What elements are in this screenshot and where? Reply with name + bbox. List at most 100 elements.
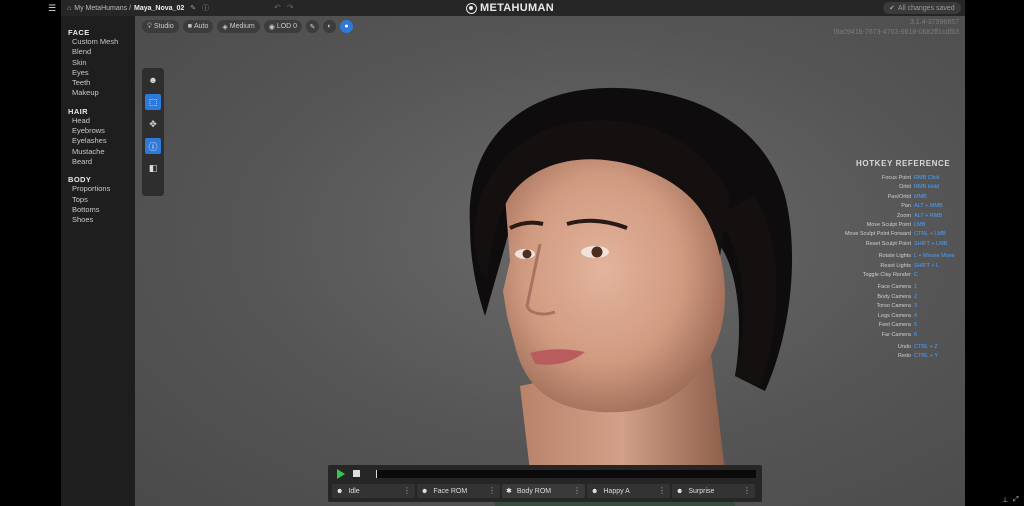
fullscreen-icon[interactable]: ⤢	[1013, 496, 1019, 504]
sidebar-item-proportions[interactable]: Proportions	[61, 184, 135, 194]
animation-item[interactable]: ☻ Face ROM ⋮	[417, 484, 500, 498]
more-options-icon[interactable]: ⋮	[743, 486, 751, 495]
info-toggle-icon[interactable]: ⓘ	[145, 138, 161, 154]
build-id: f9a0941b-7673-4763-9618-0682ff1cdfb3	[833, 29, 959, 36]
sidebar-item-beard[interactable]: Beard	[61, 157, 135, 167]
sidebar-item-blend[interactable]: Blend	[61, 47, 135, 57]
animation-label: Face ROM	[433, 487, 468, 495]
logo-text: METAHUMAN	[480, 2, 554, 14]
animation-item[interactable]: ☻ Idle ⋮	[332, 484, 415, 498]
sidebar-item-eyes[interactable]: Eyes	[61, 68, 135, 78]
hotkey-row: Pan ALT + MMB	[835, 202, 965, 211]
hotkey-keys: C	[914, 272, 918, 279]
save-status-badge: ✔ All changes saved	[883, 2, 961, 14]
face-icon: ☻	[336, 487, 344, 495]
sidebar-item-custom-mesh[interactable]: Custom Mesh	[61, 37, 135, 47]
sidebar-item-eyelashes[interactable]: Eyelashes	[61, 136, 135, 146]
hotkey-row: Focus Point RMB Click	[835, 174, 965, 183]
hotkey-action: Orbit	[899, 184, 911, 191]
hotkey-row: Orbit RMB Hold	[835, 183, 965, 192]
clay-render-icon[interactable]: ◧	[145, 160, 161, 176]
save-status-text: All changes saved	[897, 4, 955, 12]
breadcrumb-root[interactable]: My MetaHumans /	[74, 5, 131, 12]
sidebar-item-mustache[interactable]: Mustache	[61, 147, 135, 157]
hotkey-keys: RMB Click	[914, 175, 940, 181]
undo-icon[interactable]: ↶	[274, 3, 281, 12]
hotkey-title: HOTKEY REFERENCE	[856, 159, 951, 168]
hotkey-keys: CTRL + Y	[914, 353, 938, 360]
hotkey-row: Torso Camera 3	[835, 302, 965, 311]
sphere-icon[interactable]: ◐	[323, 20, 337, 33]
hotkey-row: Reset Lights SHIFT + L	[835, 262, 965, 271]
timeline-track[interactable]	[376, 470, 756, 478]
sidebar-item-bottoms[interactable]: Bottoms	[61, 205, 135, 215]
version-info: 3.1.4-37996657 f9a0941b-7673-4763-9618-0…	[833, 18, 959, 38]
hotkey-action: Torso Camera	[876, 303, 911, 310]
home-icon[interactable]: ⌂	[67, 5, 71, 12]
sidebar-item-shoes[interactable]: Shoes	[61, 215, 135, 225]
hotkey-action: Pan	[901, 203, 911, 210]
play-icon[interactable]	[337, 469, 345, 479]
brush-icon[interactable]: ✎	[306, 20, 320, 33]
hotkey-row: Move Sculpt Point LMB	[835, 221, 965, 230]
3d-viewport[interactable]: 💡︎ Studio ■ Auto ◈ Medium ◉ LOD 0 ✎ ◐ ●	[135, 16, 965, 506]
animation-label: Surprise	[688, 487, 715, 495]
section-title-face: FACE	[68, 28, 90, 37]
metahuman-logo: METAHUMAN	[466, 2, 554, 14]
stop-icon[interactable]	[353, 470, 360, 477]
hotkey-action: Move Sculpt Point Forward	[844, 231, 911, 238]
hotkey-action: Undo	[897, 343, 911, 350]
section-title-hair: HAIR	[68, 106, 88, 116]
sidebar-item-teeth[interactable]: Teeth	[61, 78, 135, 88]
hotkey-keys: SHIFT + LMB	[914, 240, 948, 247]
body-icon: ✱	[506, 488, 512, 495]
metahuman-app: ⌂ My MetaHumans / Maya_Nova_02 ✎ ⓘ ↶ ↷ M…	[61, 0, 965, 506]
playback-row	[328, 467, 762, 480]
hotkey-row: Face Camera 1	[835, 283, 965, 292]
toggle-view-icon[interactable]: ●	[340, 20, 354, 33]
more-options-icon[interactable]: ⋮	[403, 486, 411, 495]
face-icon: ☻	[591, 487, 599, 495]
animation-item[interactable]: ✱ Body ROM ⋮	[502, 484, 585, 498]
lod-button[interactable]: ◉ LOD 0	[263, 20, 303, 33]
animation-item[interactable]: ☻ Happy A ⋮	[587, 484, 670, 498]
menu-icon[interactable]: ☰	[48, 3, 58, 13]
hotkey-row: Rotate Lights L + Mouse Move	[835, 252, 965, 261]
animation-label: Happy A	[603, 487, 630, 495]
hotkey-action: Zoom	[896, 212, 911, 219]
head-select-icon[interactable]: ☻	[145, 72, 161, 88]
info-icon[interactable]: ⓘ	[202, 3, 209, 13]
auto-camera-button[interactable]: ■ Auto	[182, 20, 214, 33]
redo-icon[interactable]: ↷	[287, 3, 294, 12]
animation-label: Idle	[348, 487, 360, 495]
animation-label: Body ROM	[516, 487, 552, 495]
section-title-body: BODY	[68, 175, 92, 185]
hotkey-keys: CTRL + Z	[914, 343, 938, 350]
hotkey-keys: LMB	[914, 222, 926, 229]
hotkey-keys: SHIFT + L	[914, 262, 940, 269]
more-options-icon[interactable]: ⋮	[658, 486, 666, 495]
sidebar-item-makeup[interactable]: Makeup	[61, 88, 135, 98]
studio-lighting-button[interactable]: 💡︎ Studio	[142, 20, 179, 33]
move-arrows-icon[interactable]: ✥	[145, 116, 161, 132]
hotkey-row: Undo CTRL + Z	[835, 343, 965, 352]
breadcrumb-current: Maya_Nova_02	[134, 4, 185, 12]
hotkey-row: Body Camera 2	[835, 293, 965, 302]
top-bar: ⌂ My MetaHumans / Maya_Nova_02 ✎ ⓘ ↶ ↷ M…	[61, 0, 965, 16]
hotkey-row: Reset Sculpt Point SHIFT + LMB	[835, 240, 965, 249]
rename-icon[interactable]: ✎	[190, 4, 196, 12]
hotkey-keys: 3	[914, 303, 918, 310]
hotkey-action: Pan/Orbit	[887, 193, 911, 200]
sidebar-item-skin[interactable]: Skin	[61, 58, 135, 68]
sidebar-item-tops[interactable]: Tops	[61, 195, 135, 205]
move-select-icon[interactable]: ⬚	[145, 94, 161, 110]
hotkey-keys: RMB Hold	[914, 184, 940, 191]
hotkey-row: Move Sculpt Point Forward CTRL + LMB	[835, 230, 965, 239]
animation-item[interactable]: ☻ Surprise ⋮	[672, 484, 755, 498]
auto-label: Auto	[194, 23, 209, 30]
sidebar-item-eyebrows[interactable]: Eyebrows	[61, 126, 135, 136]
more-options-icon[interactable]: ⋮	[573, 486, 581, 495]
sidebar-item-head[interactable]: Head	[61, 116, 135, 126]
more-options-icon[interactable]: ⋮	[488, 486, 496, 495]
quality-medium-button[interactable]: ◈ Medium	[217, 20, 260, 33]
